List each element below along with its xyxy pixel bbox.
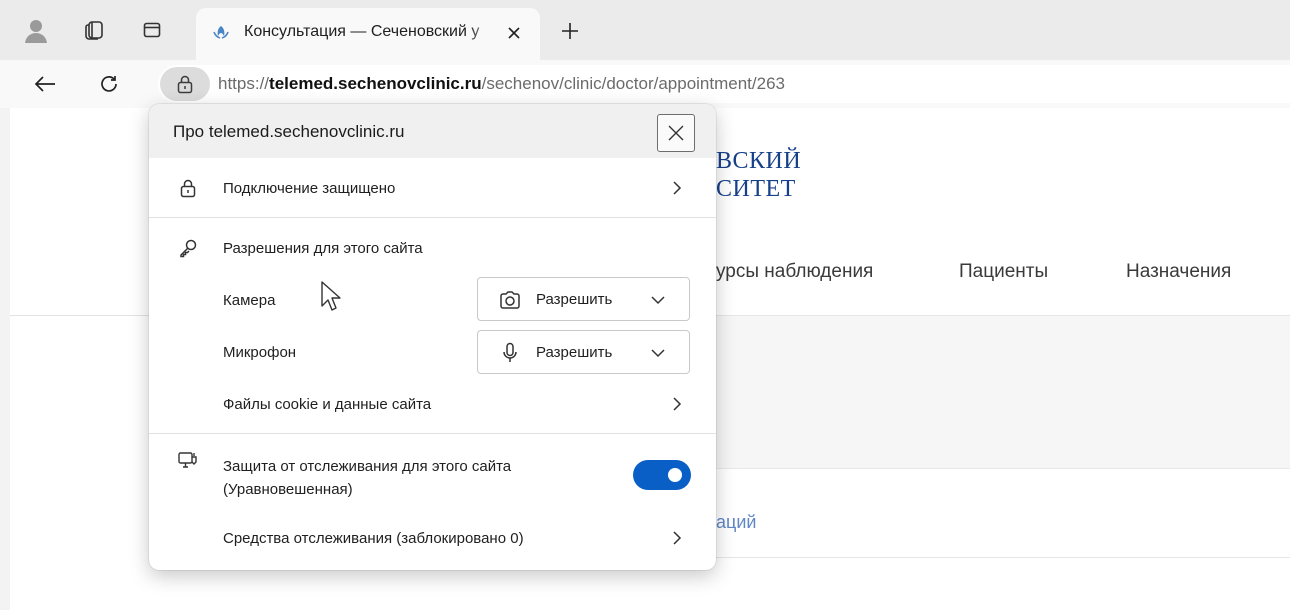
divider — [149, 217, 716, 218]
permissions-heading: Разрешения для этого сайта — [223, 240, 423, 257]
close-icon — [668, 125, 684, 141]
tracking-prevention-level: (Уравновешенная) — [223, 481, 353, 498]
chevron-right-icon — [673, 181, 682, 195]
tab-actions-icon[interactable] — [134, 12, 170, 48]
link-divider — [716, 557, 1290, 558]
popup-close-button[interactable] — [657, 114, 695, 152]
connection-secure-label: Подключение защищено — [223, 180, 396, 197]
camera-icon — [498, 288, 522, 312]
tab-consultation[interactable]: Консультация — Сеченовский у — [196, 8, 540, 60]
popup-title: Про telemed.sechenovclinic.ru — [173, 122, 405, 141]
chevron-down-icon — [651, 349, 665, 358]
page-link-fragment[interactable]: аций — [716, 512, 756, 533]
menu-item-observation[interactable]: урсы наблюдения — [716, 261, 873, 283]
microphone-label: Микрофон — [223, 344, 297, 361]
site-info-popup: Про telemed.sechenovclinic.ru Подключени… — [149, 104, 716, 570]
trackers-blocked-label: Средства отслеживания (заблокировано 0) — [223, 530, 524, 547]
tab-bar: Консультация — Сеченовский у — [0, 0, 1290, 60]
camera-permission-value: Разрешить — [536, 291, 613, 308]
favicon-icon — [210, 22, 232, 44]
lock-icon — [177, 177, 199, 199]
microphone-icon — [498, 341, 522, 365]
key-icon — [177, 237, 199, 259]
new-tab-plus-icon[interactable] — [553, 14, 587, 48]
menu-item-appointments[interactable]: Назначения — [1126, 261, 1231, 283]
chevron-down-icon — [651, 296, 665, 305]
refresh-icon[interactable] — [92, 67, 126, 101]
cookies-label: Файлы cookie и данные сайта — [223, 396, 432, 413]
camera-label: Камера — [223, 292, 276, 309]
site-info-lock-button[interactable] — [160, 67, 210, 101]
site-logo-line2: СИТЕТ — [716, 176, 796, 202]
tracking-prevention-label: Защита от отслеживания для этого сайта — [223, 458, 512, 475]
tracking-prevention-icon — [177, 450, 199, 472]
back-arrow-icon[interactable] — [28, 67, 62, 101]
popup-header: Про telemed.sechenovclinic.ru — [149, 104, 716, 158]
lock-icon — [177, 75, 193, 94]
tab-close-icon[interactable] — [502, 21, 526, 45]
chevron-right-icon — [673, 397, 682, 411]
microphone-permission-dropdown[interactable]: Разрешить — [477, 330, 690, 374]
tab-title: Консультация — Сеченовский у — [244, 23, 480, 40]
divider — [149, 433, 716, 434]
url-path: /sechenov/clinic/doctor/appointment/263 — [481, 74, 785, 93]
tracking-prevention-toggle[interactable] — [633, 460, 691, 490]
menu-item-patients[interactable]: Пациенты — [959, 261, 1048, 283]
chevron-right-icon — [673, 531, 682, 545]
mouse-cursor-icon — [321, 281, 341, 311]
profile-avatar-icon[interactable] — [18, 12, 54, 48]
url-host: telemed.sechenovclinic.ru — [269, 74, 482, 93]
camera-permission-dropdown[interactable]: Разрешить — [477, 277, 690, 321]
workspaces-icon[interactable] — [76, 12, 112, 48]
microphone-permission-value: Разрешить — [536, 344, 613, 361]
site-logo-line1: ВСКИЙ — [716, 148, 802, 174]
url-text[interactable]: https://telemed.sechenovclinic.ru/sechen… — [218, 74, 785, 94]
url-scheme: https:// — [218, 74, 270, 93]
